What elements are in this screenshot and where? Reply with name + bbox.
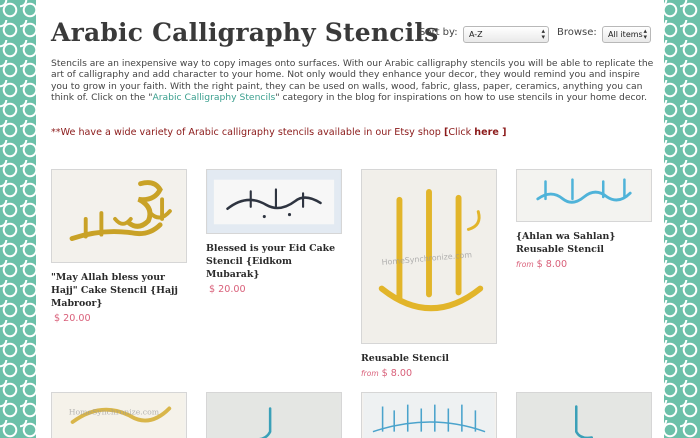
product-card[interactable]: [361, 392, 497, 438]
product-image[interactable]: [206, 392, 342, 438]
product-image[interactable]: [516, 169, 652, 222]
product-card[interactable]: [516, 392, 652, 438]
product-card[interactable]: "May Allah bless your Hajj" Cake Stencil…: [51, 169, 187, 324]
watermark-text: HomeSynchronize.com: [69, 407, 160, 416]
browse-label: Browse:: [557, 27, 597, 38]
price-from: from: [361, 369, 379, 378]
gold-calligraphy-image: HomeSynchronize.com: [53, 393, 185, 438]
product-price: from $ 8.00: [516, 259, 652, 270]
price-value: $ 8.00: [381, 368, 413, 379]
etsy-bracket-close: ]: [498, 127, 507, 138]
product-card[interactable]: HomeSynchronize.com: [51, 392, 187, 438]
select-arrows-icon: ▴ ▾: [541, 27, 545, 41]
product-name[interactable]: Blessed is your Eid Cake Stencil {Eidkom…: [206, 242, 342, 281]
content-panel: Arabic Calligraphy Stencils Sort by: A-Z…: [36, 0, 664, 438]
product-price: from $ 8.00: [361, 368, 497, 379]
product-card[interactable]: [206, 392, 342, 438]
etsy-text: **We have a wide variety of Arabic calli…: [51, 127, 444, 138]
browse-select-value: All items: [608, 30, 643, 39]
product-name[interactable]: Reusable Stencil: [361, 352, 497, 365]
etsy-notice: **We have a wide variety of Arabic calli…: [51, 127, 507, 138]
product-card[interactable]: HomeSynchronize.com Reusable Stencil fro…: [361, 169, 497, 379]
product-image[interactable]: HomeSynchronize.com: [51, 392, 187, 438]
sort-select[interactable]: A-Z ▴ ▾: [463, 26, 549, 43]
product-image[interactable]: [516, 392, 652, 438]
product-image[interactable]: HomeSynchronize.com: [361, 169, 497, 344]
select-arrows-icon: ▴ ▾: [643, 27, 647, 41]
blue-calligraphy-image: [363, 393, 495, 438]
yellow-calligraphy-image: HomeSynchronize.com: [362, 170, 496, 343]
dark-calligraphy-image: [208, 170, 340, 233]
product-name[interactable]: {Ahlan wa Sahlan} Reusable Stencil: [516, 230, 652, 256]
teal-calligraphy-image: [208, 393, 340, 438]
etsy-click-text: Click: [448, 127, 475, 138]
page-title: Arabic Calligraphy Stencils: [51, 18, 439, 47]
intro-text-end: " category in the blog for inspirations …: [275, 91, 648, 103]
price-value: $ 8.00: [536, 259, 568, 270]
blue-calligraphy-image: [518, 170, 650, 221]
product-card[interactable]: {Ahlan wa Sahlan} Reusable Stencil from $…: [516, 169, 652, 270]
browse-select[interactable]: All items ▴ ▾: [602, 26, 651, 43]
price-value: $ 20.00: [209, 284, 246, 295]
price-from: from: [516, 260, 534, 269]
intro-paragraph: Stencils are an inexpensive way to copy …: [51, 58, 656, 103]
category-link[interactable]: Arabic Calligraphy Stencils: [152, 92, 275, 103]
product-price: $ 20.00: [206, 284, 342, 295]
product-image[interactable]: [206, 169, 342, 234]
sort-select-value: A-Z: [469, 30, 483, 39]
price-value: $ 20.00: [54, 313, 91, 324]
teal-calligraphy-image: [518, 393, 650, 438]
etsy-link[interactable]: here: [474, 127, 499, 138]
product-price: $ 20.00: [51, 313, 187, 324]
product-image[interactable]: [361, 392, 497, 438]
sort-label: Sort by:: [419, 27, 458, 38]
product-name[interactable]: "May Allah bless your Hajj" Cake Stencil…: [51, 271, 187, 310]
product-image[interactable]: [51, 169, 187, 263]
gold-calligraphy-image: [52, 170, 186, 262]
product-card[interactable]: Blessed is your Eid Cake Stencil {Eidkom…: [206, 169, 342, 295]
